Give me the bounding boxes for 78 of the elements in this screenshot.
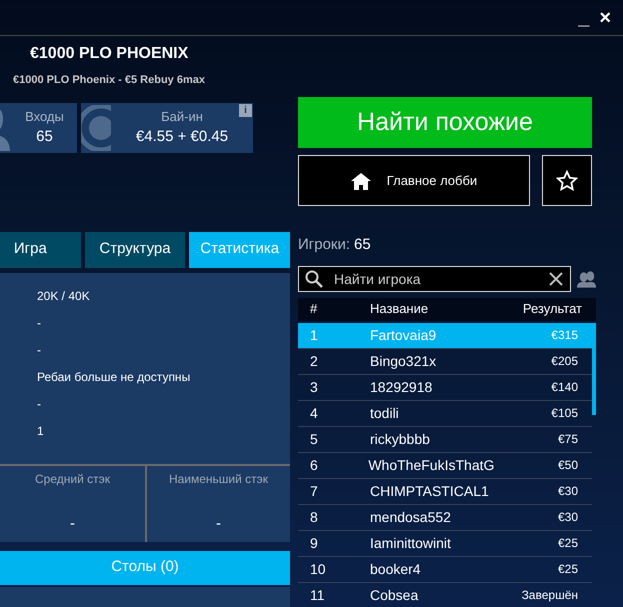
tile-value: €4.55 + €0.45 xyxy=(136,127,228,147)
stack-label: Наименьший стэк xyxy=(168,470,270,488)
rank-cell-text: 1 xyxy=(309,326,319,344)
result-cell-text: €25 xyxy=(556,561,579,578)
table-row[interactable]: 3 18292918 €140 xyxy=(298,374,592,400)
stat-value: Ребаи больше не доступны xyxy=(37,368,192,386)
player-name: 18292918 xyxy=(370,378,434,396)
rank-cell-text: 8 xyxy=(309,508,319,526)
table-row[interactable]: 10 booker4 €25 xyxy=(298,556,592,582)
players-label: Игроки: xyxy=(298,235,350,255)
players-icon[interactable] xyxy=(577,270,598,288)
rank-cell-text: 7 xyxy=(309,482,319,500)
star-icon xyxy=(556,170,578,191)
result-cell-text: €25 xyxy=(556,535,579,552)
stack-label: Средний стэк xyxy=(34,470,111,488)
column-header: # xyxy=(309,300,318,318)
table-row[interactable]: 6 WhoTheFukIsThatG €50 xyxy=(298,452,592,478)
favorite-button[interactable] xyxy=(542,155,592,206)
rank-cell-text: 9 xyxy=(309,534,319,552)
table-row[interactable]: 2 Bingo321x €205 xyxy=(298,348,592,374)
player-name: Fartovaia9 xyxy=(370,326,438,344)
table-row[interactable]: 4 todili €105 xyxy=(298,400,592,426)
player-name: mendosa552 xyxy=(370,508,452,526)
minimize-button[interactable]: _ xyxy=(576,8,592,28)
result-cell-text: €30 xyxy=(556,483,579,500)
player-name: CHIMPTASTICAL1 xyxy=(370,482,490,500)
table-row[interactable]: 8 mendosa552 €30 xyxy=(298,504,592,530)
result-cell-text: €75 xyxy=(556,431,579,448)
home-icon xyxy=(350,172,371,190)
search-icon xyxy=(305,270,323,288)
rank-cell-text: 3 xyxy=(309,378,319,396)
rank-cell-text: 10 xyxy=(309,560,327,578)
player-name: booker4 xyxy=(370,560,422,578)
info-button[interactable]: i xyxy=(239,104,252,116)
main-lobby-button[interactable]: Главное лобби xyxy=(298,155,530,206)
tile-value: 65 xyxy=(36,127,53,147)
rank-cell-text: 5 xyxy=(309,430,319,448)
stat-value: - xyxy=(37,314,42,332)
rank-cell-text: 2 xyxy=(309,352,319,370)
result-cell-text: Завершён xyxy=(520,587,579,604)
stat-value: 20K / 40K xyxy=(37,288,91,304)
tab[interactable]: Игра xyxy=(0,232,81,268)
player-name: Bingo321x xyxy=(370,352,438,371)
result-cell-text: €205 xyxy=(550,353,579,370)
stat-value: - xyxy=(37,396,42,412)
player-name: WhoTheFukIsThatG xyxy=(368,456,494,474)
column-header: Название xyxy=(370,300,430,318)
table-row[interactable]: 9 Iaminittowinit €25 xyxy=(298,530,592,556)
tournament-title: €1000 PLO PHOENIX xyxy=(30,44,190,64)
rank-cell-text: 11 xyxy=(309,586,326,604)
table-row[interactable]: 7 CHIMPTASTICAL1 €30 xyxy=(298,478,592,504)
tile-label: Входы xyxy=(25,108,64,126)
chip-icon xyxy=(81,104,111,150)
player-name: Cobsea xyxy=(370,586,420,604)
result-cell-text: €30 xyxy=(556,509,579,526)
tournament-subtitle: €1000 PLO Phoenix - €5 Rebuy 6max xyxy=(13,73,206,88)
stack-value: - xyxy=(215,514,222,534)
result-cell-text: €105 xyxy=(550,405,579,422)
table-row[interactable]: 11 Cobsea Завершён xyxy=(298,582,592,607)
player-name: rickybbbb xyxy=(370,430,431,449)
stat-value: - xyxy=(37,342,42,358)
stack-value: - xyxy=(69,514,76,534)
rank-cell-text: 6 xyxy=(309,456,319,474)
result-cell-text: €140 xyxy=(550,379,579,396)
players-count: 65 xyxy=(354,235,371,255)
tab[interactable]: Структура xyxy=(84,232,186,268)
result-cell-text: €315 xyxy=(550,327,579,344)
rank-cell-text: 4 xyxy=(309,404,319,422)
clear-icon[interactable] xyxy=(549,272,563,286)
player-name: todili xyxy=(370,404,400,422)
close-button[interactable]: × xyxy=(597,8,613,28)
player-name: Iaminittowinit xyxy=(370,534,452,552)
tile-label: Бай-ин xyxy=(161,108,203,126)
result-cell-text: €50 xyxy=(556,457,579,474)
stat-value: 1 xyxy=(37,422,45,440)
table-row[interactable]: 5 rickybbbb €75 xyxy=(298,426,592,452)
column-header: Результат xyxy=(522,300,583,318)
search-field[interactable]: Найти игрока xyxy=(298,266,571,292)
